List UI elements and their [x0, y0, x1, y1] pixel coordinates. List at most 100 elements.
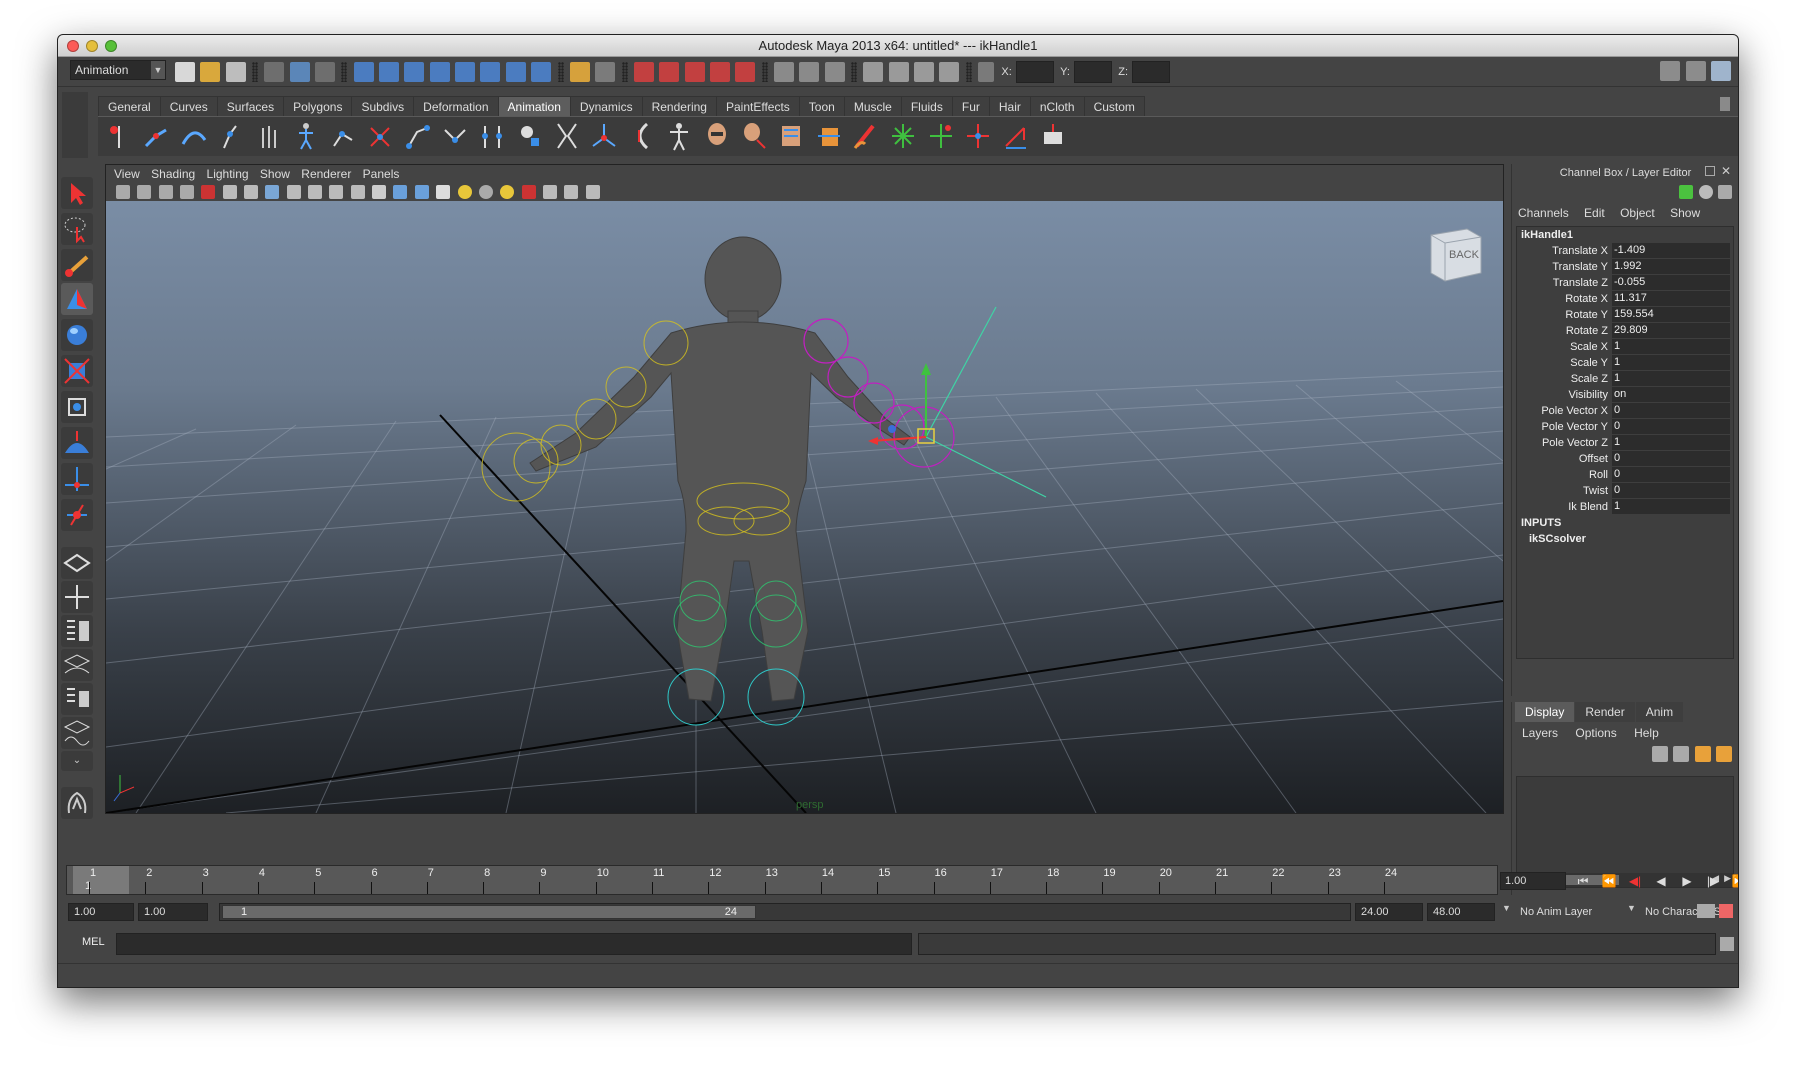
channel-value[interactable]: on	[1612, 387, 1730, 402]
render-frame-icon[interactable]	[888, 62, 909, 82]
snap-curve-icon[interactable]	[659, 62, 680, 82]
lasso-tool-icon[interactable]	[61, 213, 93, 245]
universal-manipulator-icon[interactable]	[61, 391, 93, 423]
graph-editor-layout-icon[interactable]	[61, 649, 93, 681]
orient-constraint-icon[interactable]	[963, 120, 993, 152]
show-manipulator-icon[interactable]	[61, 463, 93, 495]
channel-row[interactable]: Ik Blend 1	[1517, 499, 1733, 515]
snap-point-icon[interactable]	[684, 62, 705, 82]
channel-row[interactable]: Pole Vector X 0	[1517, 403, 1733, 419]
insert-joint-icon[interactable]	[365, 120, 395, 152]
shelf-tab-custom[interactable]: Custom	[1083, 96, 1145, 116]
channel-value[interactable]: 11.317	[1612, 291, 1730, 306]
parent-constraint-icon[interactable]	[1038, 120, 1068, 152]
shelf-options-handle[interactable]	[62, 92, 88, 158]
perspective-viewport[interactable]: View Shading Lighting Show Renderer Pane…	[105, 164, 1504, 814]
channel-value[interactable]: 1	[1612, 339, 1730, 354]
tab-display[interactable]: Display	[1515, 702, 1575, 722]
new-layer-selected-icon[interactable]	[1716, 746, 1732, 762]
resolution-gate-icon[interactable]	[265, 185, 280, 199]
render-view-icon[interactable]	[863, 62, 884, 82]
lock-selection-icon[interactable]	[569, 62, 590, 82]
move-tool-icon[interactable]	[61, 283, 93, 315]
make-live-icon[interactable]	[735, 62, 756, 82]
disconnect-joint-icon[interactable]	[552, 120, 582, 152]
animation-start-field[interactable]: 1.00	[68, 903, 134, 921]
channel-box-menu-edit[interactable]: Edit	[1584, 202, 1605, 224]
toolbar-separator[interactable]	[850, 62, 857, 82]
anim-layer-chevron-icon[interactable]: ▼	[1502, 903, 1511, 913]
animation-preferences-icon[interactable]	[1719, 904, 1733, 918]
select-object-icon[interactable]	[289, 62, 310, 82]
create-character-icon[interactable]	[253, 120, 283, 152]
current-frame-field[interactable]: 1.00	[1500, 872, 1566, 890]
shelf-tab-deformation[interactable]: Deformation	[413, 96, 499, 116]
shelf-tab-fluids[interactable]: Fluids	[900, 96, 953, 116]
transform-mode-icon[interactable]	[978, 62, 995, 82]
tool-settings-icon[interactable]	[1685, 61, 1706, 81]
select-dynamics-icon[interactable]	[480, 62, 501, 82]
range-slider-knob[interactable]: 1 24	[222, 905, 756, 919]
rotate-tool-icon[interactable]	[61, 319, 93, 351]
y-field[interactable]	[1073, 61, 1112, 83]
channel-value[interactable]: 0	[1612, 467, 1730, 482]
paint-weights-icon[interactable]	[776, 120, 806, 152]
joint-tool-icon[interactable]	[328, 120, 358, 152]
viewport-menu-renderer[interactable]: Renderer	[301, 165, 351, 183]
channel-row[interactable]: Rotate Z 29.809	[1517, 323, 1733, 339]
orient-joint-icon[interactable]	[440, 120, 470, 152]
new-empty-layer-icon[interactable]	[1694, 746, 1711, 762]
mode-menu[interactable]: Animation ▼	[70, 60, 166, 80]
shelf-tab-muscle[interactable]: Muscle	[843, 96, 902, 116]
hotbox-icon[interactable]	[61, 787, 93, 819]
select-misc-icon[interactable]	[531, 62, 552, 82]
smooth-shade-icon[interactable]	[393, 185, 408, 199]
channel-row[interactable]: Translate Y 1.992	[1517, 259, 1733, 275]
hypershade-layout-icon[interactable]	[61, 683, 93, 715]
connect-joint-icon[interactable]	[515, 120, 545, 152]
ipr-render-icon[interactable]	[914, 62, 934, 82]
select-surfaces-icon[interactable]	[429, 62, 450, 82]
minimize-window-button[interactable]	[86, 40, 98, 52]
history-icon[interactable]	[773, 62, 794, 82]
toolbar-separator[interactable]	[252, 62, 259, 82]
select-handles-icon[interactable]	[353, 62, 374, 82]
close-panel-icon[interactable]: ✕	[1721, 164, 1731, 178]
dope-sheet-layout-icon[interactable]	[61, 717, 93, 749]
save-scene-icon[interactable]	[225, 62, 246, 82]
channel-row[interactable]: Translate Z -0.055	[1517, 275, 1733, 291]
channel-value[interactable]: 1	[1612, 435, 1730, 450]
select-joints-icon[interactable]	[379, 62, 400, 82]
open-scene-icon[interactable]	[200, 62, 221, 82]
xray-icon[interactable]	[542, 185, 557, 199]
auto-key-icon[interactable]	[1697, 904, 1715, 918]
layer-menu-help[interactable]: Help	[1634, 722, 1659, 744]
select-curves-icon[interactable]	[404, 62, 425, 82]
playback-start-field[interactable]: 1.00	[138, 903, 208, 921]
bookmark-icon[interactable]	[158, 185, 173, 199]
step-forward-key-icon[interactable]: ⏩	[1728, 871, 1738, 891]
channel-value[interactable]: 0	[1612, 451, 1730, 466]
toolbar-separator[interactable]	[557, 62, 564, 82]
scale-constraint-icon[interactable]	[1000, 120, 1030, 152]
play-forwards-icon[interactable]: ▶	[1676, 871, 1698, 891]
point-constraint-icon[interactable]	[888, 120, 918, 152]
select-camera-icon[interactable]	[116, 185, 130, 199]
animation-end-field[interactable]: 48.00	[1427, 903, 1495, 921]
viewport-menu-shading[interactable]: Shading	[151, 165, 195, 183]
construction-history-icon[interactable]	[824, 62, 845, 82]
ik-spline-tool-icon[interactable]	[179, 120, 209, 152]
channel-row[interactable]: Scale Z 1	[1517, 371, 1733, 387]
xray-joints-icon[interactable]	[564, 185, 579, 199]
reroot-skeleton-icon[interactable]	[589, 120, 619, 152]
set-key-icon[interactable]	[104, 120, 134, 152]
wireframe-on-shaded-icon[interactable]	[414, 185, 429, 199]
trash-icon[interactable]	[1720, 97, 1730, 111]
shadows-icon[interactable]	[478, 185, 493, 199]
wireframe-icon[interactable]	[372, 185, 387, 199]
toolbar-separator[interactable]	[621, 62, 628, 82]
head-rig-icon[interactable]	[702, 120, 732, 152]
ik-handle-tool-icon[interactable]	[141, 120, 171, 152]
play-backwards-icon[interactable]: ◀	[1650, 871, 1672, 891]
select-hierarchy-icon[interactable]	[264, 62, 285, 82]
